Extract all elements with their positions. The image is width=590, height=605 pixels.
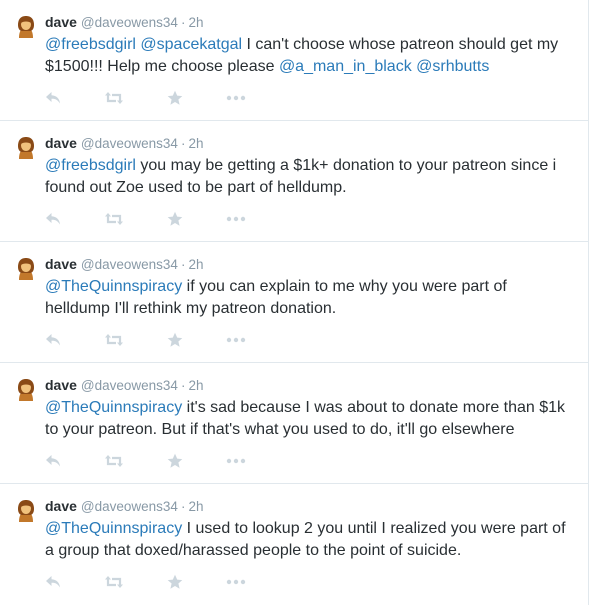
- user-name[interactable]: dave: [45, 498, 77, 514]
- tweet-header: dave @daveowens34 · 2h: [45, 254, 576, 275]
- favorite-icon: [167, 90, 183, 106]
- tweet-header: dave @daveowens34 · 2h: [45, 12, 576, 33]
- tweet-item[interactable]: dave @daveowens34 · 2h @TheQuinnspiracy if y…: [0, 242, 588, 363]
- mention-link[interactable]: @TheQuinnspiracy: [45, 278, 182, 295]
- retweet-icon: [104, 575, 124, 589]
- retweet-button[interactable]: [104, 90, 124, 106]
- tweet-text: @TheQuinnspiracy I used to lookup 2 you …: [45, 518, 575, 562]
- avatar[interactable]: [15, 499, 37, 523]
- retweet-button[interactable]: [104, 211, 124, 227]
- favorite-button[interactable]: [167, 453, 183, 469]
- mention-link[interactable]: @freebsdgirl: [45, 36, 136, 53]
- user-handle[interactable]: @daveowens34: [81, 257, 178, 272]
- tweet-text: @freebsdgirl you may be getting a $1k+ d…: [45, 155, 575, 199]
- mention-link[interactable]: @TheQuinnspiracy: [45, 520, 182, 537]
- user-handle[interactable]: @daveowens34: [81, 15, 178, 30]
- tweet-header: dave @daveowens34 · 2h: [45, 496, 576, 517]
- separator-dot: ·: [180, 499, 186, 514]
- mention-link[interactable]: @spacekatgal: [140, 36, 242, 53]
- user-handle[interactable]: @daveowens34: [81, 499, 178, 514]
- tweet-item[interactable]: dave @daveowens34 · 2h @TheQuinnspiracy it's…: [0, 363, 588, 484]
- more-icon: [226, 579, 246, 585]
- more-icon: [226, 216, 246, 222]
- retweet-icon: [104, 454, 124, 468]
- tweet-actions: [45, 90, 576, 106]
- mention-link[interactable]: @freebsdgirl: [45, 157, 136, 174]
- separator-dot: ·: [180, 257, 186, 272]
- tweet-timestamp[interactable]: 2h: [188, 136, 203, 151]
- retweet-button[interactable]: [104, 574, 124, 590]
- tweet-header: dave @daveowens34 · 2h: [45, 375, 576, 396]
- reply-icon: [45, 454, 61, 468]
- more-icon: [226, 95, 246, 101]
- avatar[interactable]: [15, 136, 37, 160]
- tweet-timestamp[interactable]: 2h: [188, 378, 203, 393]
- favorite-icon: [167, 574, 183, 590]
- reply-icon: [45, 91, 61, 105]
- separator-dot: ·: [180, 136, 186, 151]
- reply-button[interactable]: [45, 211, 61, 227]
- avatar[interactable]: [15, 378, 37, 402]
- more-button[interactable]: [226, 453, 246, 469]
- favorite-button[interactable]: [167, 574, 183, 590]
- favorite-icon: [167, 332, 183, 348]
- separator-dot: ·: [180, 15, 186, 30]
- tweet-actions: [45, 453, 576, 469]
- tweet-actions: [45, 211, 576, 227]
- avatar[interactable]: [15, 15, 37, 39]
- user-handle[interactable]: @daveowens34: [81, 378, 178, 393]
- more-icon: [226, 337, 246, 343]
- user-name[interactable]: dave: [45, 135, 77, 151]
- tweet-actions: [45, 574, 576, 590]
- user-name[interactable]: dave: [45, 377, 77, 393]
- favorite-button[interactable]: [167, 211, 183, 227]
- tweet-actions: [45, 332, 576, 348]
- mention-link[interactable]: @a_man_in_black: [279, 58, 412, 75]
- mention-link[interactable]: @srhbutts: [416, 58, 489, 75]
- tweet-item[interactable]: dave @daveowens34 · 2h @freebsdgirl you may …: [0, 121, 588, 242]
- separator-dot: ·: [180, 378, 186, 393]
- tweet-text: @TheQuinnspiracy if you can explain to m…: [45, 276, 575, 320]
- reply-icon: [45, 333, 61, 347]
- retweet-icon: [104, 91, 124, 105]
- reply-icon: [45, 212, 61, 226]
- tweet-item[interactable]: dave @daveowens34 · 2h @freebsdgirl @spaceka…: [0, 0, 588, 121]
- user-name[interactable]: dave: [45, 256, 77, 272]
- tweet-timestamp[interactable]: 2h: [188, 15, 203, 30]
- user-name[interactable]: dave: [45, 14, 77, 30]
- more-button[interactable]: [226, 574, 246, 590]
- avatar[interactable]: [15, 257, 37, 281]
- retweet-icon: [104, 212, 124, 226]
- reply-button[interactable]: [45, 332, 61, 348]
- tweet-timeline: dave @daveowens34 · 2h @freebsdgirl @spaceka…: [0, 0, 589, 605]
- tweet-timestamp[interactable]: 2h: [188, 499, 203, 514]
- user-handle[interactable]: @daveowens34: [81, 136, 178, 151]
- reply-icon: [45, 575, 61, 589]
- favorite-icon: [167, 211, 183, 227]
- tweet-timestamp[interactable]: 2h: [188, 257, 203, 272]
- more-button[interactable]: [226, 211, 246, 227]
- tweet-text: @TheQuinnspiracy it's sad because I was …: [45, 397, 575, 441]
- favorite-icon: [167, 453, 183, 469]
- retweet-icon: [104, 333, 124, 347]
- more-button[interactable]: [226, 332, 246, 348]
- retweet-button[interactable]: [104, 453, 124, 469]
- tweet-item[interactable]: dave @daveowens34 · 2h @TheQuinnspiracy I us…: [0, 484, 588, 605]
- more-button[interactable]: [226, 90, 246, 106]
- reply-button[interactable]: [45, 90, 61, 106]
- favorite-button[interactable]: [167, 90, 183, 106]
- mention-link[interactable]: @TheQuinnspiracy: [45, 399, 182, 416]
- favorite-button[interactable]: [167, 332, 183, 348]
- reply-button[interactable]: [45, 453, 61, 469]
- retweet-button[interactable]: [104, 332, 124, 348]
- tweet-text: @freebsdgirl @spacekatgal I can't choose…: [45, 34, 575, 78]
- tweet-header: dave @daveowens34 · 2h: [45, 133, 576, 154]
- more-icon: [226, 458, 246, 464]
- reply-button[interactable]: [45, 574, 61, 590]
